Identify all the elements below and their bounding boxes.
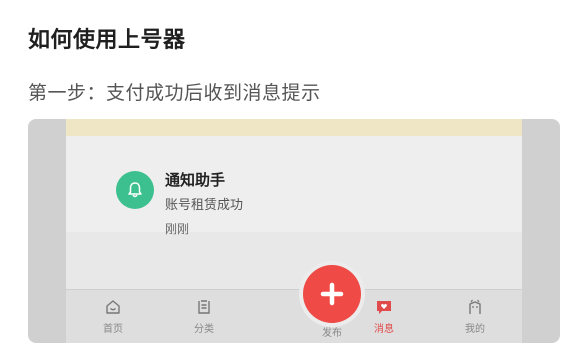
bell-icon [116, 171, 154, 209]
tab-messages[interactable]: 消息 [354, 298, 414, 335]
tab-label: 首页 [103, 324, 123, 335]
tab-category[interactable]: 分类 [174, 298, 234, 335]
notification-title: 通知助手 [165, 171, 226, 189]
home-icon [106, 300, 120, 314]
tab-profile[interactable]: 我的 [445, 298, 505, 335]
notification-item[interactable]: 通知助手 账号租赁成功 刚刚 [66, 136, 522, 236]
notification-time: 刚刚 [165, 222, 190, 236]
tab-label: 我的 [465, 324, 485, 335]
page-title: 如何使用上号器 [28, 28, 186, 53]
plus-icon [320, 282, 344, 306]
phone-screenshot: 通知助手 账号租赁成功 刚刚 首页 分类 消息 我的 发布 [28, 119, 560, 343]
step-description: 第一步：支付成功后收到消息提示 [28, 82, 321, 104]
tab-label: 消息 [374, 324, 394, 335]
tab-home[interactable]: 首页 [83, 298, 143, 335]
publish-button[interactable] [303, 265, 361, 323]
message-icon [377, 301, 391, 314]
category-icon [198, 300, 210, 314]
app-screen: 通知助手 账号租赁成功 刚刚 首页 分类 消息 我的 发布 [66, 119, 522, 343]
notification-message: 账号租赁成功 [165, 198, 244, 213]
tab-label: 分类 [194, 324, 214, 335]
publish-label: 发布 [322, 328, 342, 339]
top-banner [66, 119, 522, 136]
profile-icon [469, 299, 481, 314]
bottom-tab-bar: 首页 分类 消息 我的 [66, 289, 522, 343]
